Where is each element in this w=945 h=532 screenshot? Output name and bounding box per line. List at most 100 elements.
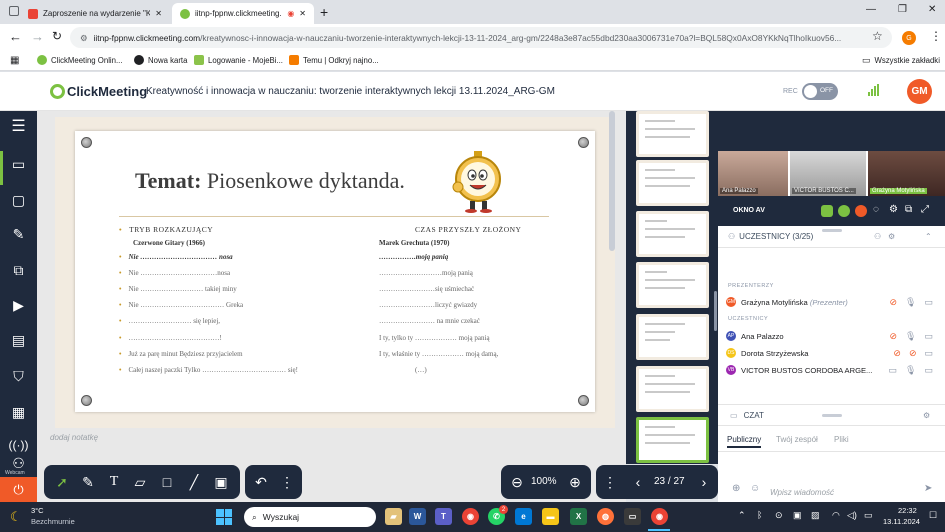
taskbar-search[interactable]: ⌕ Wyszukaj <box>244 507 376 527</box>
leave-button[interactable]: ⏻ <box>0 477 37 502</box>
share-screen-icon[interactable]: ⧉ <box>9 261 28 280</box>
broadcast-icon[interactable]: ((·)) <box>9 435 29 454</box>
thumbnails-scrollbar[interactable] <box>714 291 717 331</box>
new-tab-button[interactable]: + <box>320 4 328 20</box>
chrome-icon[interactable]: ◉ <box>651 508 668 525</box>
video-tile[interactable]: Ana Palazzo <box>718 151 788 196</box>
slide-thumbnail-active[interactable] <box>636 417 709 463</box>
address-bar[interactable]: ⚙ iitnp-fppnw.clickmeeting.com/kreatywno… <box>70 27 892 48</box>
slide-thumbnail[interactable] <box>636 211 709 257</box>
settings-icon[interactable]: ⚙ <box>923 411 930 420</box>
fullscreen-icon[interactable]: ⤢ <box>921 204 929 215</box>
bookmark-mojebi[interactable]: Logowanie - MojeBi... <box>194 55 283 65</box>
tab-search-icon[interactable] <box>9 6 19 16</box>
profile-avatar[interactable]: G <box>902 31 916 45</box>
word-icon[interactable]: W <box>409 508 426 525</box>
add-note-field[interactable]: dodaj notatkę <box>50 433 98 442</box>
edge-icon[interactable]: e <box>515 508 532 525</box>
all-bookmarks[interactable]: ▭ Wszystkie zakładki <box>862 55 940 66</box>
drag-handle[interactable] <box>822 414 842 417</box>
bookmark-temu[interactable]: Temu | Odkryj najno... <box>289 55 379 65</box>
camera-icon[interactable]: ▭ <box>889 365 898 376</box>
slide-thumbnail[interactable] <box>636 160 709 206</box>
camera-off-icon[interactable]: ⊘ <box>890 331 898 342</box>
send-icon[interactable]: ➤ <box>924 483 932 494</box>
close-window-icon[interactable]: ✕ <box>928 4 936 15</box>
volume-icon[interactable]: ◁) <box>847 510 857 521</box>
apps-icon[interactable]: ▦ <box>10 55 19 66</box>
minimize-icon[interactable]: — <box>866 4 876 15</box>
speaker-toggle-icon[interactable] <box>855 205 867 217</box>
menu-icon[interactable]: ⋮ <box>930 29 942 43</box>
participant-row-presenter[interactable]: GM Grażyna Motylińska (Prezenter) ⊘ 🎙 ▭ <box>726 295 941 309</box>
bookmark-star-icon[interactable]: ☆ <box>872 29 883 43</box>
settings-icon[interactable]: ⚙ <box>889 204 898 215</box>
participants-header[interactable]: ⚇ UCZESTNICY (3/25) ⚇ ⚙ ⌃ <box>718 226 945 248</box>
chat-header[interactable]: ▭ CZAT ⚙ <box>718 404 945 426</box>
camera-off-icon[interactable]: ⊘ <box>893 348 901 359</box>
taskbar-app-icon[interactable]: ▰ <box>385 508 402 525</box>
browser-tab-clickmeeting[interactable]: iitnp-fppnw.clickmeeting.c ◉ ✕ <box>172 3 314 24</box>
text-tool-icon[interactable]: T <box>104 472 124 492</box>
slide-thumbnail[interactable] <box>636 314 709 360</box>
participant-row[interactable]: AP Ana Palazzo ⊘ 🎙 ▭ <box>726 329 941 343</box>
rec-toggle[interactable]: OFF <box>802 83 838 100</box>
microphone-icon[interactable]: 🎙 <box>905 365 916 376</box>
more-options-icon[interactable]: ⋮ <box>277 472 297 492</box>
hamburger-menu-icon[interactable]: ☰ <box>9 111 28 141</box>
zoom-in-icon[interactable]: ⊕ <box>565 472 585 492</box>
stage-scrollbar[interactable] <box>609 111 615 251</box>
collapse-icon[interactable]: ⌃ <box>925 232 932 241</box>
add-attachment-icon[interactable]: ⊕ <box>732 483 740 494</box>
shield-icon[interactable]: ⛉ <box>9 367 28 386</box>
microphone-toggle-icon[interactable] <box>838 205 850 217</box>
bookmark-new-tab[interactable]: Nowa karta <box>134 55 187 65</box>
next-page-icon[interactable]: › <box>694 472 714 492</box>
participant-row[interactable]: DS Dorota Strzyżewska ⊘ ⊘ ▭ <box>726 346 941 360</box>
previous-page-icon[interactable]: ‹ <box>628 472 648 492</box>
apps-grid-icon[interactable]: ▦ <box>9 403 28 422</box>
clock-time[interactable]: 22:32 <box>898 506 917 515</box>
zoom-out-icon[interactable]: ⊖ <box>507 472 527 492</box>
drag-handle[interactable] <box>822 229 842 232</box>
firefox-icon[interactable]: ◍ <box>597 508 614 525</box>
tray-app-icon[interactable]: ▣ <box>793 510 802 521</box>
more-options-icon[interactable]: ⋮ <box>600 472 620 492</box>
participant-row[interactable]: VB VICTOR BUSTOS CORDOBA ARGE... ▭ 🎙 ▭ <box>726 363 941 377</box>
emoji-icon[interactable]: ☺ <box>750 483 760 494</box>
clock-date[interactable]: 13.11.2024 <box>883 517 920 526</box>
settings-icon[interactable]: ⚙ <box>888 232 895 241</box>
camera-icon[interactable]: ▭ <box>9 155 28 174</box>
chat-tab-public[interactable]: Publiczny <box>727 435 762 448</box>
maximize-icon[interactable]: ❐ <box>898 4 907 15</box>
chat-bubble-icon[interactable]: ◌ <box>873 204 879 215</box>
weather-temp[interactable]: 3°C <box>31 506 44 515</box>
slide-thumbnail[interactable] <box>636 366 709 412</box>
battery-icon[interactable]: ▭ <box>864 510 873 521</box>
excel-icon[interactable]: X <box>570 508 587 525</box>
rectangle-tool-icon[interactable]: □ <box>157 472 177 492</box>
wifi-icon[interactable]: ◠ <box>832 510 840 521</box>
back-icon[interactable]: ← <box>9 29 22 44</box>
pointer-tool-icon[interactable]: ➚ <box>52 472 72 492</box>
chat-tab-files[interactable]: Pliki <box>834 435 849 444</box>
taskbar-app-icon[interactable]: ▭ <box>624 508 641 525</box>
camera-toggle-icon[interactable] <box>821 205 833 217</box>
edit-icon[interactable]: ✎ <box>9 225 28 244</box>
sticky-note-tool-icon[interactable]: ▱ <box>130 472 150 492</box>
weather-desc[interactable]: Bezchmurnie <box>31 517 75 526</box>
pencil-tool-icon[interactable]: ✎ <box>78 472 98 492</box>
close-tab-icon[interactable]: ✕ <box>299 9 306 18</box>
slide-thumbnail[interactable] <box>636 111 709 157</box>
chat-message-input[interactable]: Wpisz wiadomość <box>770 488 834 497</box>
browser-tab-invitation[interactable]: Zaproszenie na wydarzenie "Kre ✕ <box>20 3 170 24</box>
file-explorer-icon[interactable]: ▬ <box>542 508 559 525</box>
slide-thumbnail[interactable] <box>636 262 709 308</box>
microphone-icon[interactable]: 🎙 <box>905 297 916 308</box>
clipboard-icon[interactable]: ▤ <box>9 331 28 350</box>
notifications-icon[interactable]: ☐ <box>929 510 937 521</box>
tray-app-icon[interactable]: ⊙ <box>775 510 783 521</box>
windows-start-icon[interactable] <box>216 509 232 525</box>
bluetooth-icon[interactable]: ᛒ <box>757 510 762 520</box>
microphone-icon[interactable]: 🎙 <box>905 331 916 342</box>
